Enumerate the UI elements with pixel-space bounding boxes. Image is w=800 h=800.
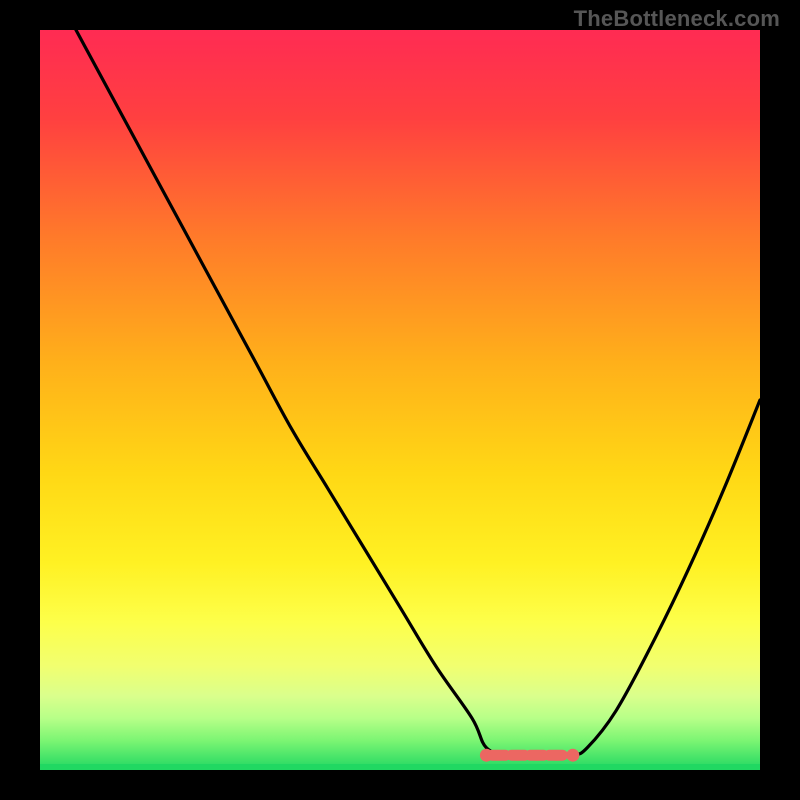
plateau-markers — [480, 749, 579, 762]
watermark-text: TheBottleneck.com — [574, 6, 780, 32]
green-baseline — [40, 764, 760, 770]
chart-container: { "watermark": "TheBottleneck.com", "col… — [0, 0, 800, 800]
plateau-end-dot — [566, 749, 579, 762]
gradient-background — [40, 30, 760, 770]
bottleneck-chart — [0, 0, 800, 800]
